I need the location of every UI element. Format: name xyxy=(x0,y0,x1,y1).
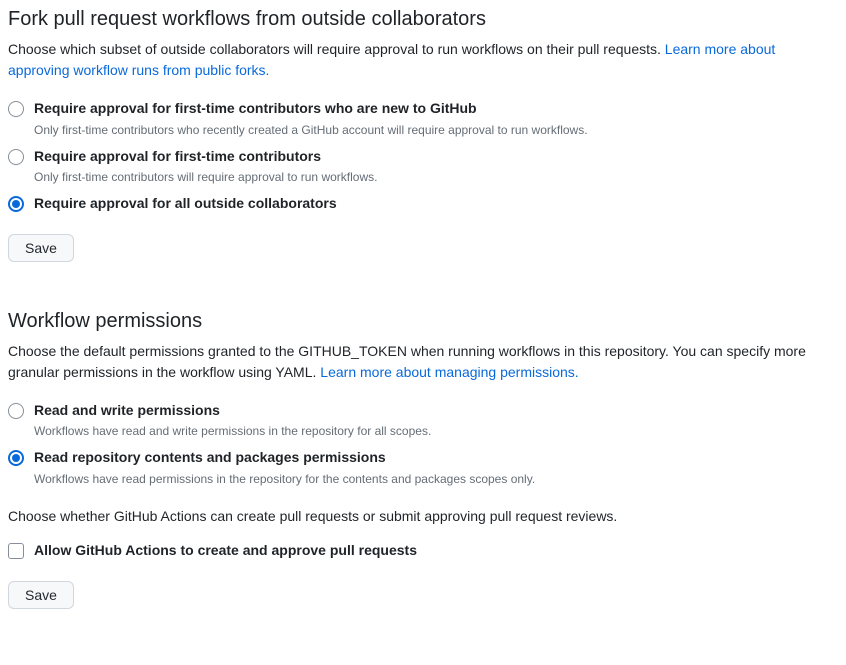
workflow-section-title: Workflow permissions xyxy=(8,310,838,333)
radio-icon[interactable] xyxy=(8,101,24,117)
fork-option-all-outside[interactable]: Require approval for all outside collabo… xyxy=(8,192,838,216)
option-help: Only first-time contributors will requir… xyxy=(34,168,838,186)
workflow-learn-more-link[interactable]: Learn more about managing permissions. xyxy=(320,364,578,380)
fork-pr-section: Fork pull request workflows from outside… xyxy=(8,8,838,262)
option-label: Require approval for first-time contribu… xyxy=(34,147,838,167)
option-label: Read and write permissions xyxy=(34,401,838,421)
workflow-checkbox-row[interactable]: Allow GitHub Actions to create and appro… xyxy=(8,539,838,563)
save-button[interactable]: Save xyxy=(8,234,74,262)
option-label: Require approval for first-time contribu… xyxy=(34,99,838,119)
workflow-options-group: Read and write permissions Workflows hav… xyxy=(8,399,838,490)
workflow-permissions-section: Workflow permissions Choose the default … xyxy=(8,310,838,609)
fork-section-title: Fork pull request workflows from outside… xyxy=(8,8,838,31)
radio-icon[interactable] xyxy=(8,450,24,466)
fork-option-first-time[interactable]: Require approval for first-time contribu… xyxy=(8,145,838,189)
workflow-option-read-write[interactable]: Read and write permissions Workflows hav… xyxy=(8,399,838,443)
option-help: Workflows have read permissions in the r… xyxy=(34,470,838,488)
option-label: Read repository contents and packages pe… xyxy=(34,448,838,468)
checkbox-label: Allow GitHub Actions to create and appro… xyxy=(34,541,838,561)
fork-section-desc: Choose which subset of outside collabora… xyxy=(8,39,838,81)
workflow-option-read-only[interactable]: Read repository contents and packages pe… xyxy=(8,446,838,490)
radio-icon[interactable] xyxy=(8,149,24,165)
save-button[interactable]: Save xyxy=(8,581,74,609)
option-help: Only first-time contributors who recentl… xyxy=(34,121,838,139)
workflow-sub-desc: Choose whether GitHub Actions can create… xyxy=(8,506,838,527)
fork-desc-text: Choose which subset of outside collabora… xyxy=(8,41,665,57)
radio-icon[interactable] xyxy=(8,196,24,212)
fork-options-group: Require approval for first-time contribu… xyxy=(8,97,838,216)
radio-icon[interactable] xyxy=(8,403,24,419)
checkbox-icon[interactable] xyxy=(8,543,24,559)
workflow-section-desc: Choose the default permissions granted t… xyxy=(8,341,838,383)
fork-option-new-github[interactable]: Require approval for first-time contribu… xyxy=(8,97,838,141)
option-help: Workflows have read and write permission… xyxy=(34,422,838,440)
option-label: Require approval for all outside collabo… xyxy=(34,194,838,214)
